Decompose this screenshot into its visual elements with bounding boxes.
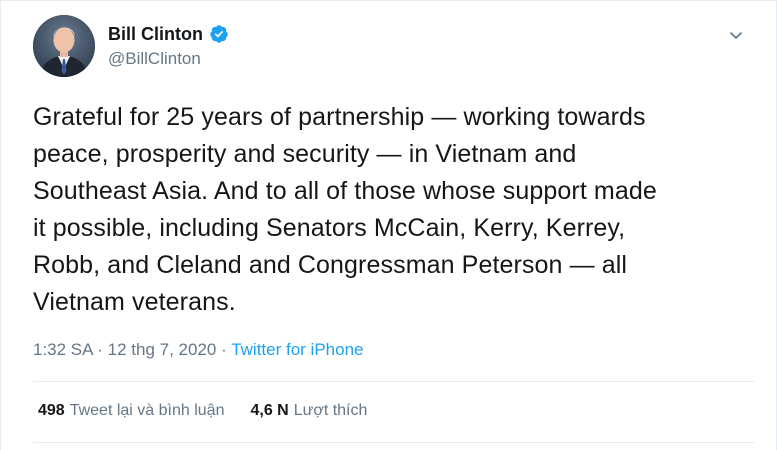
divider: [33, 381, 755, 382]
retweets-stat[interactable]: 498 Tweet lại và bình luận: [38, 401, 224, 421]
author-info: Bill Clinton @BillClinton: [108, 23, 229, 69]
author-display-name[interactable]: Bill Clinton: [108, 23, 203, 45]
likes-stat[interactable]: 4,6 N Lượt thích: [250, 401, 367, 421]
likes-label: Lượt thích: [293, 402, 368, 419]
tweet-header: Bill Clinton @BillClinton: [33, 15, 746, 79]
tweet-stats: 498 Tweet lại và bình luận 4,6 N Lượt th…: [38, 401, 393, 421]
tweet-meta: 1:32 SA · 12 thg 7, 2020 · Twitter for i…: [33, 339, 363, 361]
tweet-source-link[interactable]: Twitter for iPhone: [231, 340, 363, 359]
meta-separator: ·: [216, 340, 232, 359]
likes-count: 4,6 N: [250, 402, 289, 419]
retweets-label: Tweet lại và bình luận: [69, 402, 225, 419]
tweet-date[interactable]: 12 thg 7, 2020: [108, 340, 217, 359]
author-name-row: Bill Clinton: [108, 23, 229, 45]
verified-badge-icon: [209, 24, 229, 44]
tweet-card: Bill Clinton @BillClinton Grateful for 2…: [0, 0, 777, 450]
tweet-text: Grateful for 25 years of partnership — w…: [33, 103, 657, 316]
avatar[interactable]: [33, 15, 95, 77]
tweet-time[interactable]: 1:32 SA: [33, 340, 93, 359]
chevron-down-icon[interactable]: [726, 25, 746, 45]
meta-separator: ·: [92, 340, 108, 359]
avatar-portrait: [33, 15, 95, 77]
author-handle[interactable]: @BillClinton: [108, 48, 229, 69]
divider: [33, 442, 755, 443]
retweets-count: 498: [38, 402, 65, 419]
